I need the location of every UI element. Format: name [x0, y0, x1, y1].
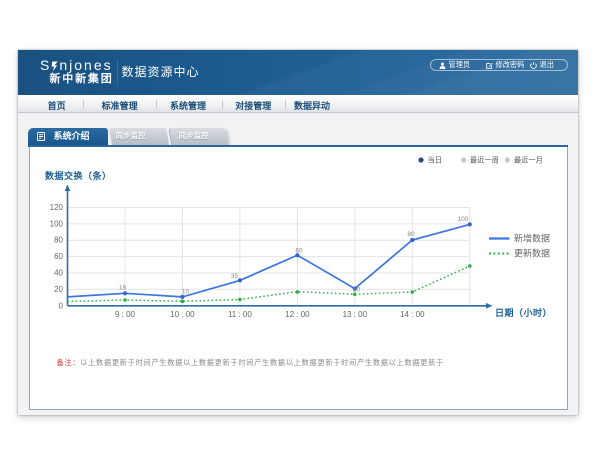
svg-text:120: 120 — [50, 203, 64, 212]
svg-text:0: 0 — [59, 301, 64, 310]
svg-text:日期（小时）: 日期（小时） — [495, 307, 552, 318]
svg-text:100: 100 — [50, 219, 64, 228]
svg-text:10: 10 — [182, 289, 190, 296]
svg-text:更新数据: 更新数据 — [514, 248, 550, 259]
svg-text:60: 60 — [295, 248, 303, 255]
svg-text:20: 20 — [54, 285, 63, 294]
svg-text:数据交换（条）: 数据交换（条） — [45, 170, 112, 181]
svg-text:当日: 当日 — [428, 156, 442, 165]
svg-text:80: 80 — [54, 236, 63, 245]
svg-text:最近一周: 最近一周 — [470, 156, 499, 165]
svg-text:9 : 00: 9 : 00 — [115, 310, 136, 319]
svg-text:11 : 00: 11 : 00 — [228, 310, 252, 319]
svg-text:10: 10 — [353, 287, 361, 294]
svg-text:18: 18 — [119, 285, 127, 292]
svg-text:14 : 00: 14 : 00 — [400, 310, 425, 319]
svg-text:60: 60 — [54, 252, 63, 261]
svg-text:13 : 00: 13 : 00 — [343, 310, 368, 319]
svg-text:12 : 00: 12 : 00 — [285, 310, 310, 319]
svg-text:10 : 00: 10 : 00 — [170, 310, 195, 319]
svg-text:新增数据: 新增数据 — [514, 233, 550, 244]
svg-text:80: 80 — [407, 231, 415, 238]
svg-text:40: 40 — [54, 269, 63, 278]
svg-text:最近一月: 最近一月 — [514, 156, 543, 165]
svg-text:35: 35 — [231, 273, 239, 280]
svg-text:100: 100 — [458, 216, 469, 223]
